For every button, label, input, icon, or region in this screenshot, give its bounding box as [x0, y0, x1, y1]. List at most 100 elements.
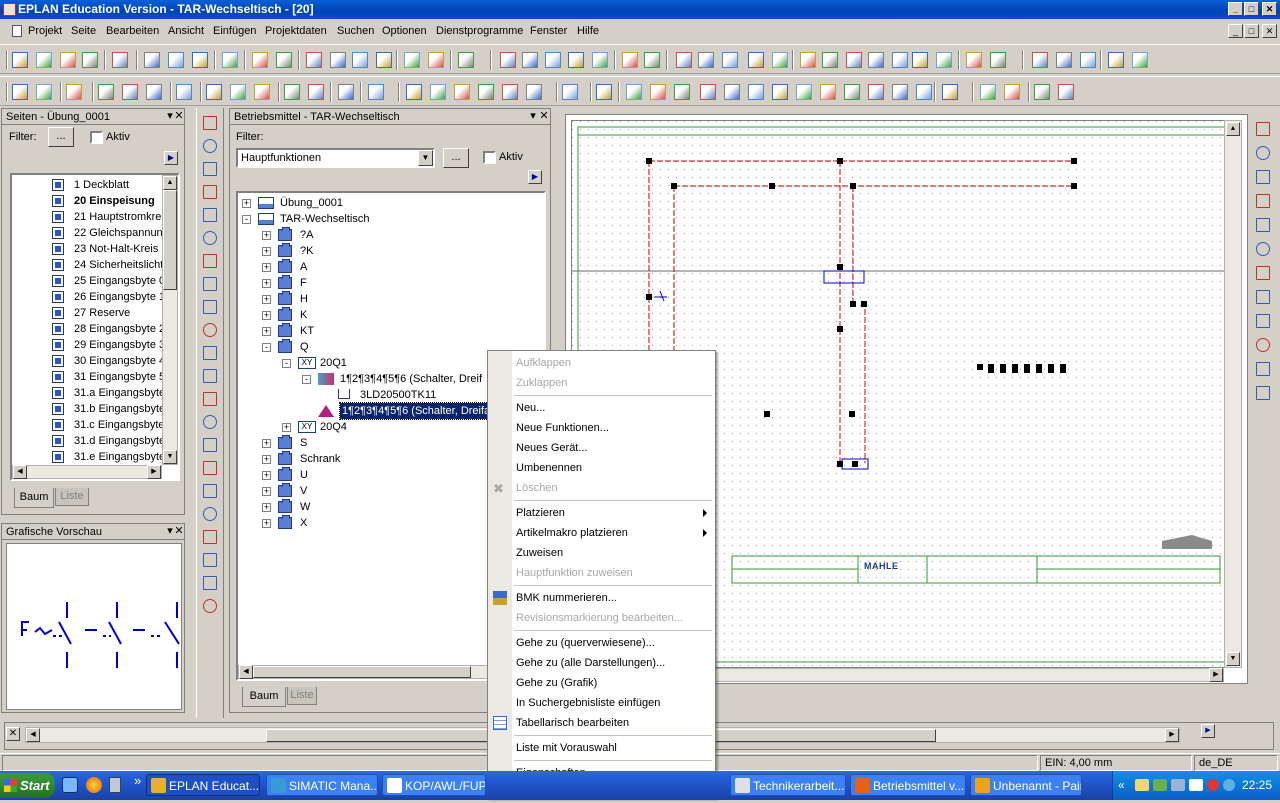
menu-projektdaten[interactable]: Projektdaten: [265, 20, 327, 42]
toolbar-tool-icon[interactable]: [122, 84, 138, 100]
drawing-tool-icon[interactable]: [203, 346, 217, 360]
drawing-tool-icon[interactable]: [203, 599, 217, 613]
context-menu-neues-geraet[interactable]: Neues Gerät...: [516, 438, 712, 458]
drawing-tool-icon[interactable]: [1256, 122, 1270, 136]
drawing-tool-icon[interactable]: [1256, 338, 1270, 352]
scrollbar-thumb[interactable]: [253, 666, 471, 678]
context-menu-neu[interactable]: Neu...: [516, 398, 712, 418]
menu-fenster[interactable]: Fenster: [530, 20, 567, 42]
tree-node[interactable]: + F: [238, 275, 538, 291]
drawing-tool-icon[interactable]: [203, 323, 217, 337]
toolbar-tool-icon[interactable]: [545, 52, 561, 68]
toolbar-tool-icon[interactable]: [428, 52, 444, 68]
context-menu-umbenennen[interactable]: Umbenennen: [516, 458, 712, 478]
quicklaunch-more-icon[interactable]: »: [134, 773, 141, 788]
toolbar-tool-icon[interactable]: [276, 52, 292, 68]
close-icon[interactable]: ✕: [173, 525, 185, 538]
toolbar-tool-icon[interactable]: [800, 52, 816, 68]
toolbar-tool-icon[interactable]: [478, 84, 494, 100]
toolbar-tool-icon[interactable]: [626, 84, 642, 100]
context-menu-zuklappen[interactable]: Zuklappen: [516, 373, 712, 393]
tree-node[interactable]: + H: [238, 291, 538, 307]
toolbar-tool-icon[interactable]: [82, 52, 98, 68]
toolbar-tool-icon[interactable]: [844, 84, 860, 100]
toolbar-tool-icon[interactable]: [916, 84, 932, 100]
scroll-right-icon[interactable]: ▶: [147, 465, 161, 479]
toolbar-tool-icon[interactable]: [942, 84, 958, 100]
menu-ansicht[interactable]: Ansicht: [168, 20, 204, 42]
context-menu-artikelmakro-platzieren[interactable]: Artikelmakro platzieren: [516, 523, 712, 543]
toolbar-tool-icon[interactable]: [596, 84, 612, 100]
drawing-tool-icon[interactable]: [203, 277, 217, 291]
toolbar-tool-icon[interactable]: [254, 84, 270, 100]
firefox-icon[interactable]: [86, 777, 102, 793]
toolbar-tool-icon[interactable]: [772, 84, 788, 100]
toolbar-tool-icon[interactable]: [674, 84, 690, 100]
toolbar-tool-icon[interactable]: [192, 52, 208, 68]
toolbar-tool-icon[interactable]: [352, 52, 368, 68]
toolbar-tool-icon[interactable]: [892, 84, 908, 100]
toolbar-tool-icon[interactable]: [222, 52, 238, 68]
pages-vertical-scrollbar[interactable]: ▲ ▼: [162, 175, 178, 465]
context-menu-gehe-zu-querverwiesene[interactable]: Gehe zu (querverwiesene)...: [516, 633, 712, 653]
scroll-left-icon[interactable]: ◀: [13, 465, 27, 479]
toolbar-tool-icon[interactable]: [1032, 52, 1048, 68]
toolbar-tool-icon[interactable]: [112, 52, 128, 68]
window-title-bar[interactable]: EPLAN Education Version - TAR-Wechseltis…: [0, 0, 1280, 19]
collapse-icon[interactable]: -: [262, 343, 271, 352]
chevron-down-icon[interactable]: ▼: [418, 150, 433, 166]
toolbar-tool-icon[interactable]: [368, 84, 384, 100]
toolbar-tool-icon[interactable]: [168, 52, 184, 68]
context-menu-loeschen[interactable]: Löschen: [516, 478, 712, 498]
toolbar-tool-icon[interactable]: [206, 84, 222, 100]
toolbar-tool-icon[interactable]: [404, 52, 420, 68]
expand-arrow-button[interactable]: ▶: [1201, 724, 1215, 738]
context-menu-platzieren[interactable]: Platzieren: [516, 503, 712, 523]
tree-node[interactable]: + Übung_0001: [238, 195, 538, 211]
toolbar-tool-icon[interactable]: [330, 52, 346, 68]
expand-icon[interactable]: +: [262, 439, 271, 448]
toolbar-tool-icon[interactable]: [526, 84, 542, 100]
drawing-tool-icon[interactable]: [203, 231, 217, 245]
drawing-tool-icon[interactable]: [203, 530, 217, 544]
toolbar-tool-icon[interactable]: [60, 52, 76, 68]
drawing-tool-icon[interactable]: [1256, 146, 1270, 160]
drawing-tool-icon[interactable]: [203, 553, 217, 567]
toolbar-tool-icon[interactable]: [430, 84, 446, 100]
toolbar-tool-icon[interactable]: [868, 52, 884, 68]
context-menu-zuweisen[interactable]: Zuweisen: [516, 543, 712, 563]
toolbar-tool-icon[interactable]: [1058, 84, 1074, 100]
toolbar-tool-icon[interactable]: [912, 52, 928, 68]
minimize-button[interactable]: _: [1228, 2, 1243, 16]
tray-speaker-icon[interactable]: [1189, 779, 1203, 791]
drawing-tool-icon[interactable]: [1256, 386, 1270, 400]
toolbar-tool-icon[interactable]: [748, 84, 764, 100]
context-menu-revisionsmarkierung[interactable]: Revisionsmarkierung bearbeiten...: [516, 608, 712, 628]
aktiv-checkbox[interactable]: [90, 131, 103, 144]
toolbar-tool-icon[interactable]: [820, 84, 836, 100]
toolbar-tool-icon[interactable]: [622, 52, 638, 68]
toolbar-tool-icon[interactable]: [230, 84, 246, 100]
scroll-left-icon[interactable]: ◀: [239, 665, 253, 679]
tab-baum[interactable]: Baum: [14, 488, 54, 508]
close-icon[interactable]: ✕: [173, 110, 185, 123]
toolbar-tool-icon[interactable]: [700, 84, 716, 100]
task-betriebsmittel[interactable]: Betriebsmittel v...: [850, 774, 966, 796]
mdi-minimize-button[interactable]: _: [1228, 24, 1243, 38]
toolbar-tool-icon[interactable]: [1132, 52, 1148, 68]
close-icon[interactable]: ✕: [6, 727, 20, 741]
drawing-tool-icon[interactable]: [1256, 290, 1270, 304]
close-icon[interactable]: ✕: [538, 110, 550, 123]
context-menu-hauptfunktion-zuweisen[interactable]: Hauptfunktion zuweisen: [516, 563, 712, 583]
toolbar-tool-icon[interactable]: [458, 52, 474, 68]
expand-icon[interactable]: +: [262, 487, 271, 496]
start-button[interactable]: Start: [0, 773, 55, 798]
toolbar-tool-icon[interactable]: [772, 52, 788, 68]
toolbar-tool-icon[interactable]: [306, 52, 322, 68]
drawing-tool-icon[interactable]: [203, 415, 217, 429]
toolbar-tool-icon[interactable]: [36, 84, 52, 100]
toolbar-tool-icon[interactable]: [146, 84, 162, 100]
toolbar-tool-icon[interactable]: [98, 84, 114, 100]
toolbar-tool-icon[interactable]: [454, 84, 470, 100]
toolbar-tool-icon[interactable]: [144, 52, 160, 68]
